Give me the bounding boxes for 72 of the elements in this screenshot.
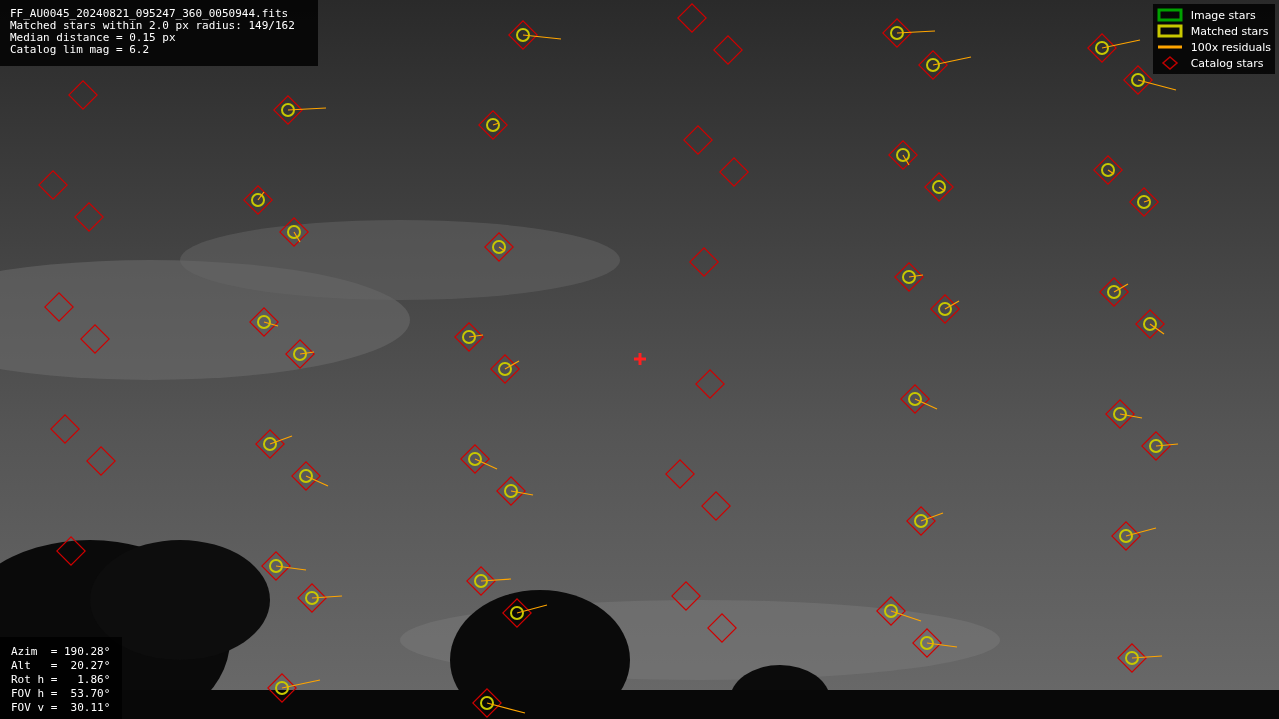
center-cross-icon	[634, 353, 646, 365]
star-marker	[1117, 643, 1163, 673]
star-marker	[279, 217, 309, 247]
star-marker	[273, 95, 327, 125]
star-marker	[502, 598, 548, 628]
pointing-text: FOV h = 53.70°	[11, 687, 112, 701]
star-marker	[918, 50, 972, 80]
star-marker	[671, 581, 701, 611]
star-marker	[701, 491, 731, 521]
star-marker	[38, 170, 68, 200]
star-marker	[285, 339, 315, 369]
info-text: Catalog lim mag = 6.2	[10, 44, 151, 56]
star-marker	[80, 324, 110, 354]
star-marker	[1141, 431, 1179, 461]
star-marker	[86, 446, 116, 476]
star-marker	[683, 125, 713, 155]
star-marker	[291, 461, 329, 491]
legend-label: Catalog stars	[1190, 56, 1264, 70]
star-marker	[894, 262, 924, 292]
star-marker	[1087, 33, 1141, 63]
pointing-text: FOV v = 30.11°	[11, 701, 112, 715]
star-marker	[713, 35, 743, 65]
info-text: Median distance = 0.15 px	[10, 32, 177, 44]
star-marker	[665, 459, 695, 489]
star-marker	[677, 3, 707, 33]
star-marker	[930, 294, 960, 324]
star-marker	[484, 232, 514, 262]
star-marker	[472, 688, 526, 718]
star-marker	[261, 551, 307, 581]
star-marker	[912, 628, 958, 658]
star-marker	[1099, 277, 1129, 307]
info-text: FF_AU0045_20240821_095247_360_0050944.fits	[10, 8, 290, 20]
star-marker	[1105, 399, 1143, 429]
star-marker	[707, 613, 737, 643]
star-marker	[454, 322, 484, 352]
star-marker	[1135, 309, 1165, 339]
star-marker	[460, 444, 498, 474]
star-marker	[255, 429, 293, 459]
star-marker	[1123, 65, 1177, 95]
star-marker	[496, 476, 534, 506]
star-marker	[876, 596, 922, 626]
star-marker	[1093, 155, 1123, 185]
star-marker	[888, 140, 918, 170]
star-marker	[249, 307, 279, 337]
pointing-text: Rot h = 1.86°	[11, 673, 112, 687]
pointing-text: Alt = 20.27°	[11, 659, 112, 673]
star-marker	[478, 110, 508, 140]
star-marker	[1129, 187, 1159, 217]
star-marker	[906, 506, 944, 536]
star-marker	[924, 172, 954, 202]
legend-label: 100x residuals	[1190, 40, 1271, 54]
star-marker	[50, 414, 80, 444]
star-marker	[508, 20, 562, 50]
star-marker	[44, 292, 74, 322]
star-marker	[900, 384, 938, 414]
star-marker	[882, 18, 936, 48]
legend-label: Matched stars	[1190, 24, 1269, 38]
star-marker	[56, 536, 86, 566]
star-marker	[243, 185, 273, 215]
star-marker	[297, 583, 343, 613]
pointing-text: Azim = 190.28°	[11, 645, 112, 659]
star-marker	[689, 247, 719, 277]
star-marker	[267, 673, 321, 703]
star-marker	[466, 566, 512, 596]
info-text: Matched stars within 2.0 px radius: 149/162	[10, 20, 296, 32]
star-marker	[68, 80, 98, 110]
star-marker	[490, 354, 520, 384]
star-marker	[719, 157, 749, 187]
star-marker	[74, 202, 104, 232]
star-marker	[695, 369, 725, 399]
legend-label: Image stars	[1190, 8, 1256, 22]
star-marker	[1111, 521, 1157, 551]
